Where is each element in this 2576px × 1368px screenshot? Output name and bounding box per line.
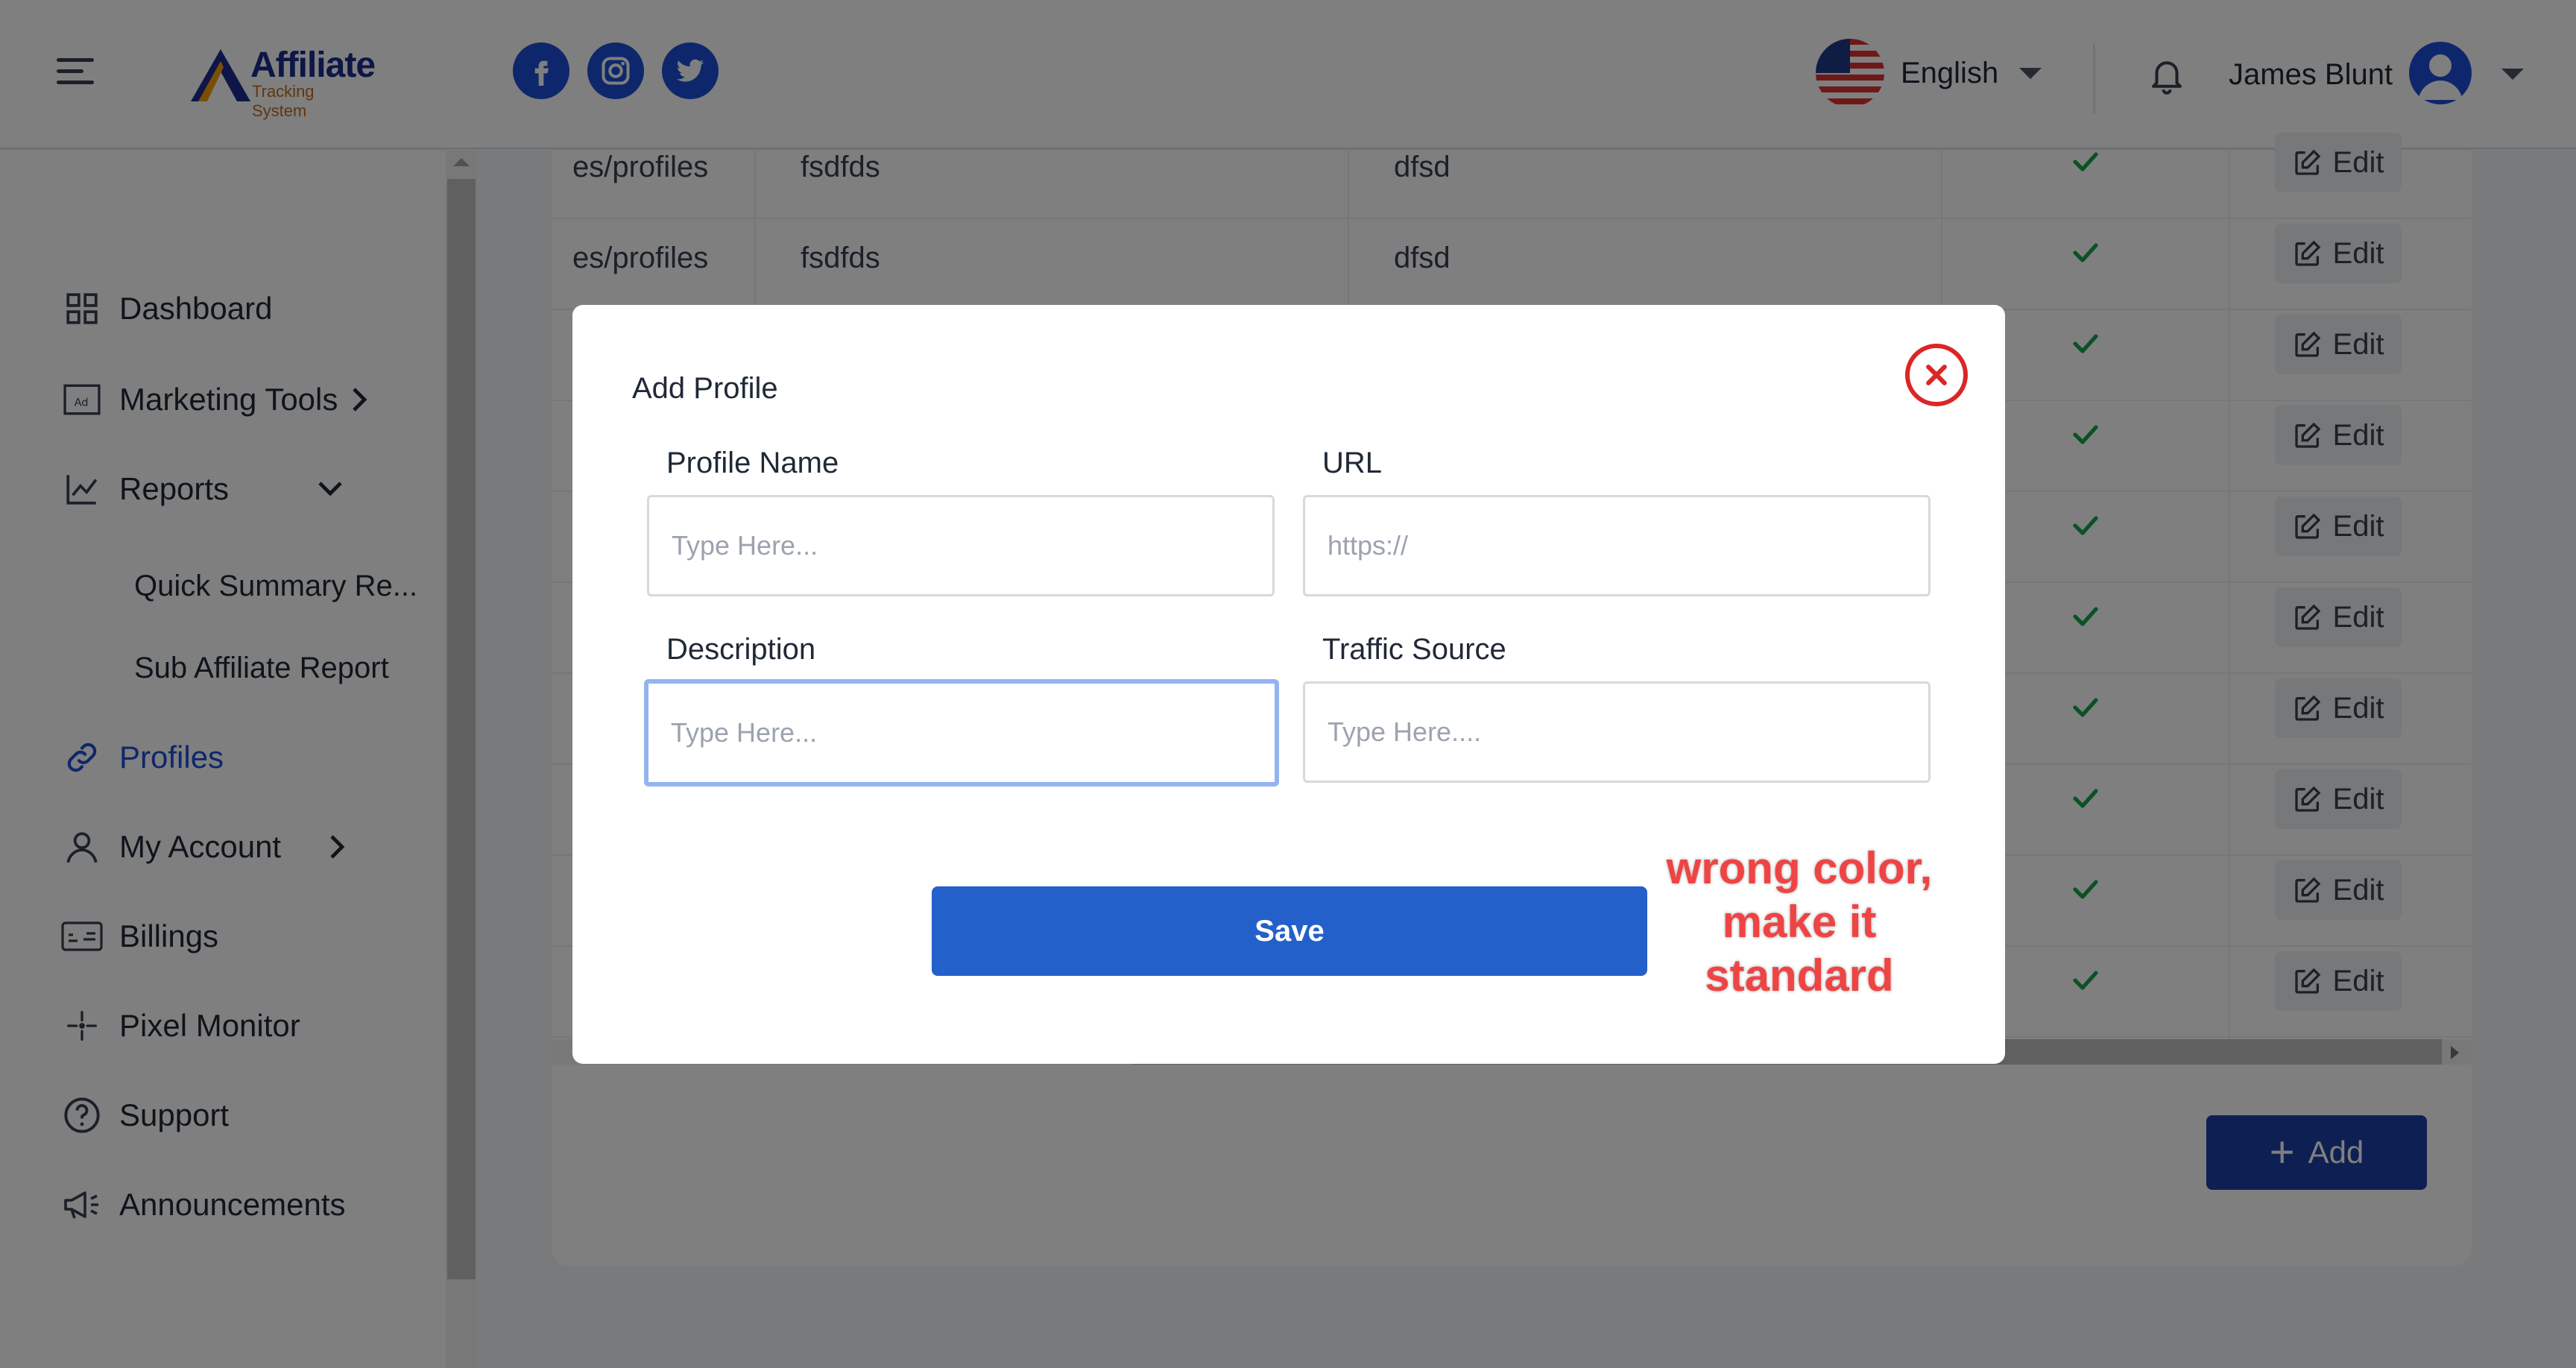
modal-title: Add Profile — [632, 372, 778, 405]
url-label: URL — [1322, 447, 1383, 479]
profile-name-label: Profile Name — [666, 447, 839, 479]
description-input[interactable] — [644, 679, 1279, 787]
url-input[interactable] — [1303, 495, 1931, 596]
profile-name-input[interactable] — [647, 495, 1275, 596]
traffic-source-input[interactable] — [1303, 681, 1931, 783]
close-button[interactable] — [1905, 344, 1968, 406]
annotation-note: wrong color, make it standard — [1666, 842, 1933, 1001]
save-button[interactable]: Save — [932, 886, 1647, 976]
add-profile-modal: Add Profile Profile Name URL Description… — [572, 305, 2005, 1064]
description-label: Description — [666, 633, 816, 666]
close-icon — [1926, 365, 1947, 385]
traffic-source-label: Traffic Source — [1322, 633, 1506, 666]
